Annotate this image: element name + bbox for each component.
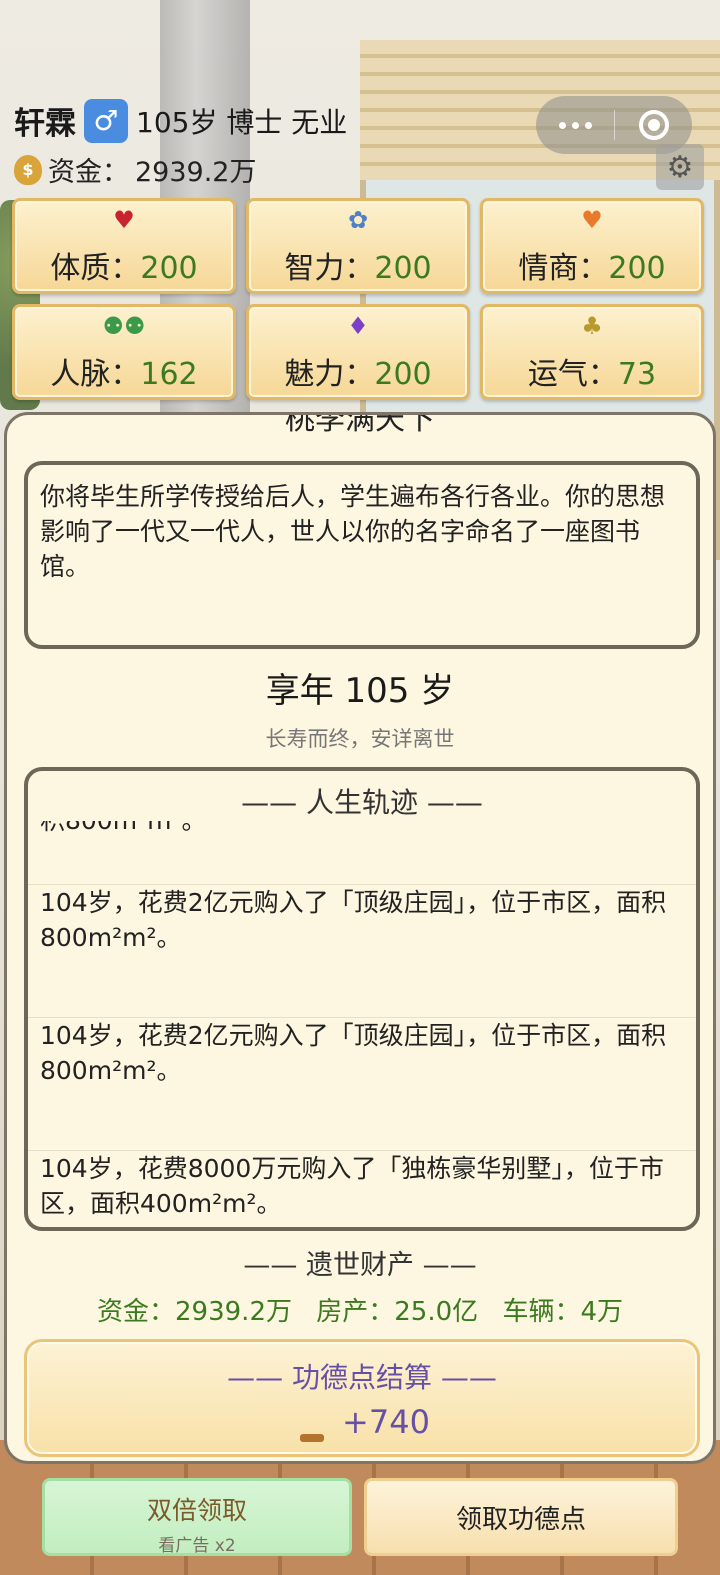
age-title: 享年 105 岁 (265, 671, 455, 711)
gear-icon: ⚙ (666, 149, 694, 185)
trajectory-title: —— 人生轨迹 —— (241, 786, 483, 819)
crystal-ball-icon (294, 1402, 330, 1442)
funds-label: 资金： (48, 157, 129, 188)
stat-value: 200 (140, 251, 198, 286)
money-bag-icon: $ (14, 154, 42, 185)
stat-value: 200 (374, 251, 432, 286)
merit-value: +740 (342, 1403, 430, 1441)
character-info: 105岁 博士 无业 (136, 105, 348, 139)
trajectory-list[interactable]: 积800m²m²。 104岁，花费2亿元购入了「顶级庄园」，位于市区，面积800… (28, 821, 696, 1221)
merit-title: —— 功德点结算 —— (227, 1361, 497, 1394)
stat-card-luck: ♣ 运气：73 (480, 304, 704, 400)
list-item: 积800m²m²。 (28, 821, 696, 885)
stat-card-eq: ♥ 情商：200 (480, 198, 704, 294)
stat-card-intelligence: ✿ 智力：200 (246, 198, 470, 294)
list-item: 104岁，花费2亿元购入了「顶级庄园」，位于市区，面积800m²m²。 (28, 885, 696, 1018)
more-menu-button[interactable] (536, 121, 614, 129)
more-dots-icon (558, 121, 566, 129)
stat-value: 200 (608, 251, 666, 286)
list-item: 104岁，花费8000万元购入了「独栋豪华别墅」，位于市区，面积400m²m²。 (28, 1151, 696, 1221)
stat-card-charm: ♦ 魅力：200 (246, 304, 470, 400)
list-item: 104岁，花费2亿元购入了「顶级庄园」，位于市区，面积800m²m²。 (28, 1018, 696, 1151)
people-icon: ⚉⚉ (102, 312, 146, 340)
legacy-assets: 资金：2939.2万 房产：25.0亿 车辆：4万 (7, 1291, 713, 1328)
target-circle-icon (638, 110, 669, 140)
stat-value: 200 (374, 357, 432, 392)
life-summary-panel[interactable]: 桃李满天下 你将毕生所学传授给后人，学生遍布各行各业。你的思想影响了一代又一代人… (4, 412, 716, 1464)
funds-display: $ 资金： 2939.2万 (14, 150, 256, 189)
merit-settlement-card: —— 功德点结算 —— +740 (24, 1339, 700, 1457)
legacy-vehicles: 车辆：4万 (502, 1297, 623, 1327)
character-name: 轩霖 (14, 106, 76, 142)
stat-label: 情商： (518, 251, 609, 286)
stat-value: 162 (140, 357, 198, 392)
stat-label: 运气： (527, 357, 618, 392)
stat-card-network: ⚉⚉ 人脉：162 (12, 304, 236, 400)
legacy-property: 房产：25.0亿 (316, 1297, 479, 1327)
heart-icon: ♥ (113, 206, 135, 234)
settings-button[interactable]: ⚙ (656, 144, 704, 190)
close-miniprogram-button[interactable] (615, 110, 692, 140)
life-trajectory-box[interactable]: —— 人生轨迹 —— 积800m²m²。 104岁，花费2亿元购入了「顶级庄园」… (24, 767, 700, 1231)
character-header: 轩霖 ♂ 105岁 博士 无业 (14, 98, 347, 143)
death-description: 长寿而终，安详离世 (265, 727, 455, 751)
stat-value: 73 (617, 357, 657, 392)
stat-label: 人脉： (50, 357, 141, 392)
legacy-funds: 资金：2939.2万 (97, 1297, 292, 1327)
stat-label: 体质： (50, 251, 141, 286)
smile-heart-icon: ♥ (581, 206, 603, 234)
clover-icon: ♣ (581, 312, 603, 340)
diamond-icon: ♦ (347, 312, 369, 340)
merit-points: +740 (27, 1402, 697, 1442)
stats-grid: ♥ 体质：200 ✿ 智力：200 ♥ 情商：200 ⚉⚉ 人脉：162 ♦ 魅… (12, 198, 704, 400)
claim-merit-button[interactable]: 领取功德点 (364, 1478, 678, 1556)
ending-title: 桃李满天下 (285, 415, 435, 437)
ending-story: 你将毕生所学传授给后人，学生遍布各行各业。你的思想影响了一代又一代人，世人以你的… (24, 461, 700, 649)
double-claim-button[interactable]: 双倍领取 看广告 x2 (42, 1478, 352, 1556)
stat-label: 智力： (284, 251, 375, 286)
funds-value: 2939.2万 (135, 157, 257, 188)
brain-icon: ✿ (347, 206, 369, 234)
stat-card-constitution: ♥ 体质：200 (12, 198, 236, 294)
legacy-title: —— 遗世财产 —— (243, 1250, 477, 1281)
double-claim-label: 双倍领取 (146, 1496, 247, 1525)
watch-ad-label: 看广告 x2 (158, 1536, 236, 1556)
male-icon: ♂ (84, 98, 128, 143)
stat-label: 魅力： (284, 357, 375, 392)
